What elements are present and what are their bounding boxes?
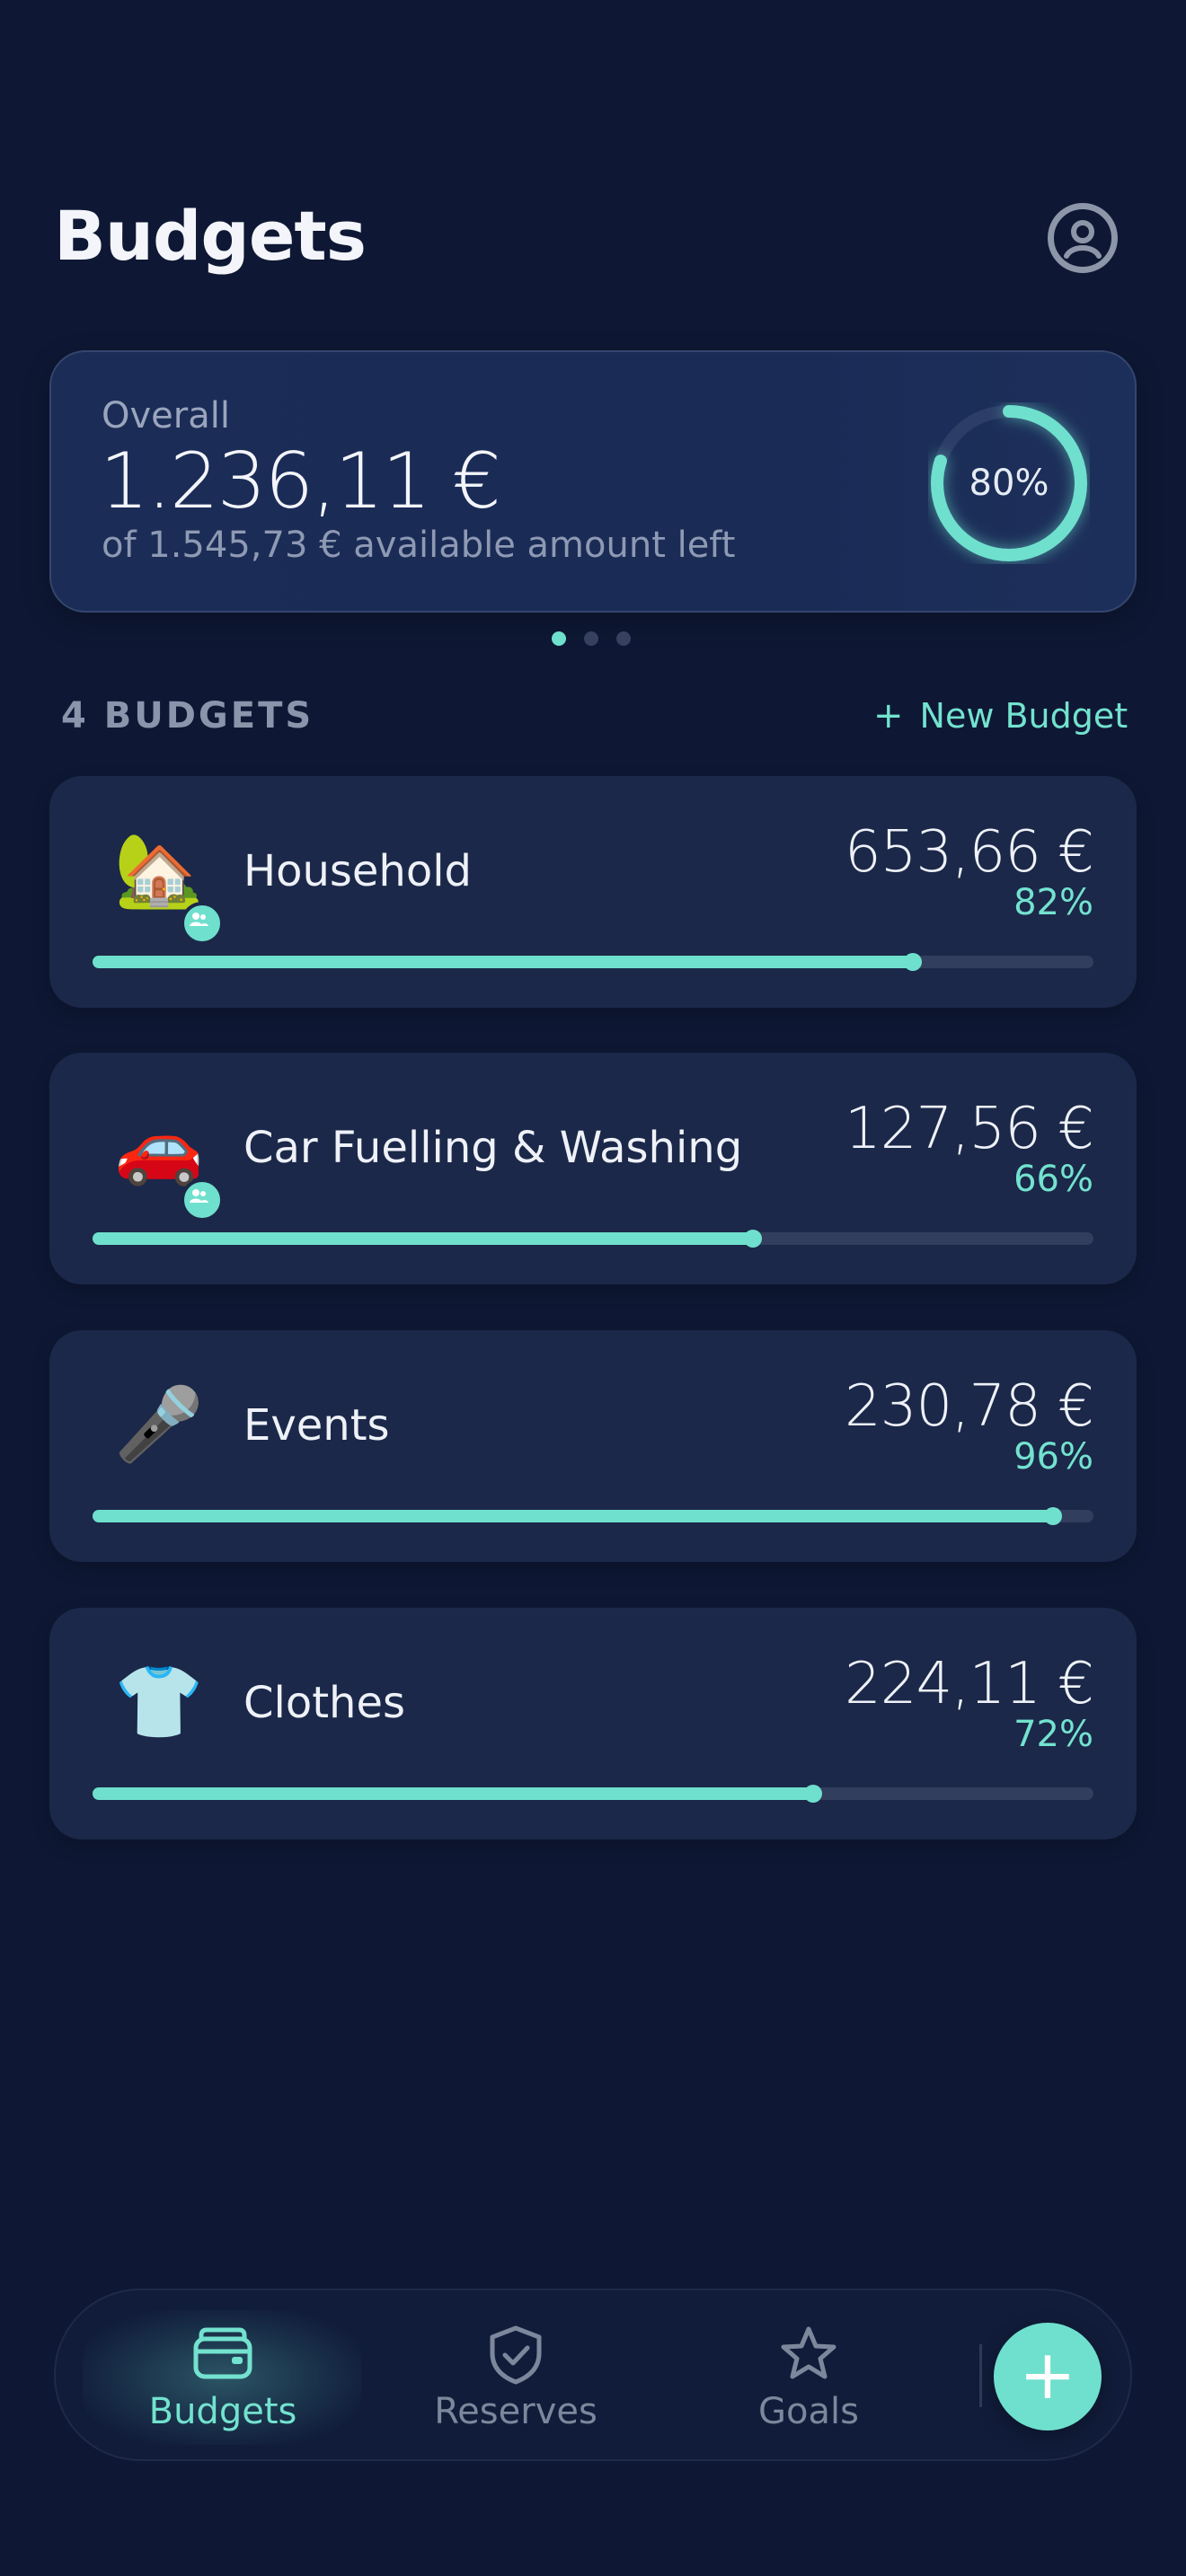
budget-percent: 96% <box>1013 1436 1093 1478</box>
budget-name: Household <box>243 846 473 896</box>
bottom-navigation: Budgets Reserves Goals + <box>54 2289 1132 2461</box>
nav-tab-budgets[interactable]: Budgets <box>79 2290 367 2463</box>
budget-name: Clothes <box>243 1678 405 1728</box>
page-title: Budgets <box>54 196 367 276</box>
budget-progress-knob <box>744 1230 763 1248</box>
page-dot-2[interactable] <box>584 631 598 646</box>
nav-label: Reserves <box>434 2391 597 2432</box>
plus-icon: + <box>873 695 904 737</box>
budget-progress-bar <box>93 1230 1093 1248</box>
shared-users-icon <box>181 1178 224 1222</box>
budget-card-events[interactable]: 🎤 Events 230,78 € 96% <box>49 1330 1137 1562</box>
budget-card-clothes[interactable]: 👕 Clothes 224,11 € 72% <box>49 1608 1137 1839</box>
budget-progress-bar <box>93 953 1093 971</box>
overall-subtitle: of 1.545,73 € available amount left <box>102 525 736 566</box>
add-button[interactable]: + <box>994 2323 1102 2430</box>
budget-card-household[interactable]: 🏡 Household 653,66 € 82% <box>49 776 1137 1008</box>
overall-summary-card[interactable]: Overall 1.236,11 € of 1.545,73 € availab… <box>49 350 1137 613</box>
budget-amount: 127,56 € <box>845 1096 1094 1162</box>
budget-card-car-fuelling[interactable]: 🚗 Car Fuelling & Washing 127,56 € 66% <box>49 1053 1137 1284</box>
budget-amount: 653,66 € <box>845 819 1094 886</box>
budget-percent: 66% <box>1013 1159 1093 1200</box>
overall-label: Overall <box>102 395 230 437</box>
overall-progress-ring: 80% <box>928 402 1090 564</box>
house-with-garden-icon: 🏡 <box>114 828 204 912</box>
star-icon <box>781 2326 836 2379</box>
new-budget-label: New Budget <box>919 696 1128 736</box>
budget-progress-knob <box>1044 1507 1063 1525</box>
wallet-icon <box>193 2327 252 2379</box>
overall-percent-label: 80% <box>969 463 1049 504</box>
budget-progress-knob <box>804 1785 823 1803</box>
budget-progress-fill <box>93 956 914 968</box>
budget-amount: 230,78 € <box>845 1373 1094 1440</box>
microphone-icon: 🎤 <box>114 1382 204 1466</box>
nav-tab-reserves[interactable]: Reserves <box>372 2290 659 2463</box>
profile-button[interactable] <box>1048 203 1118 273</box>
nav-label: Goals <box>758 2391 859 2432</box>
budget-progress-knob <box>904 953 923 971</box>
car-icon: 🚗 <box>114 1105 204 1188</box>
budget-percent: 82% <box>1013 882 1093 923</box>
budget-percent: 72% <box>1013 1714 1093 1755</box>
overall-amount: 1.236,11 € <box>100 437 501 526</box>
budget-name: Events <box>243 1400 390 1451</box>
page-dot-1[interactable] <box>552 631 566 646</box>
budget-progress-bar <box>93 1785 1093 1803</box>
nav-tab-goals[interactable]: Goals <box>665 2290 952 2463</box>
nav-label: Budgets <box>148 2391 297 2432</box>
budget-amount: 224,11 € <box>845 1651 1094 1717</box>
budget-progress-bar <box>93 1507 1093 1525</box>
shared-users-icon <box>181 902 224 945</box>
shirt-icon: 👕 <box>114 1660 204 1743</box>
shield-check-icon <box>490 2325 542 2385</box>
budget-progress-fill <box>93 1787 814 1800</box>
new-budget-button[interactable]: + New Budget <box>873 695 1128 737</box>
budgets-count-heading: 4 BUDGETS <box>61 695 314 737</box>
user-circle-icon <box>1064 220 1102 259</box>
budget-progress-fill <box>93 1232 754 1245</box>
budget-name: Car Fuelling & Washing <box>243 1123 743 1173</box>
budget-progress-fill <box>93 1510 1054 1522</box>
carousel-page-indicator[interactable] <box>552 631 631 646</box>
nav-divider <box>979 2344 982 2407</box>
page-dot-3[interactable] <box>616 631 631 646</box>
